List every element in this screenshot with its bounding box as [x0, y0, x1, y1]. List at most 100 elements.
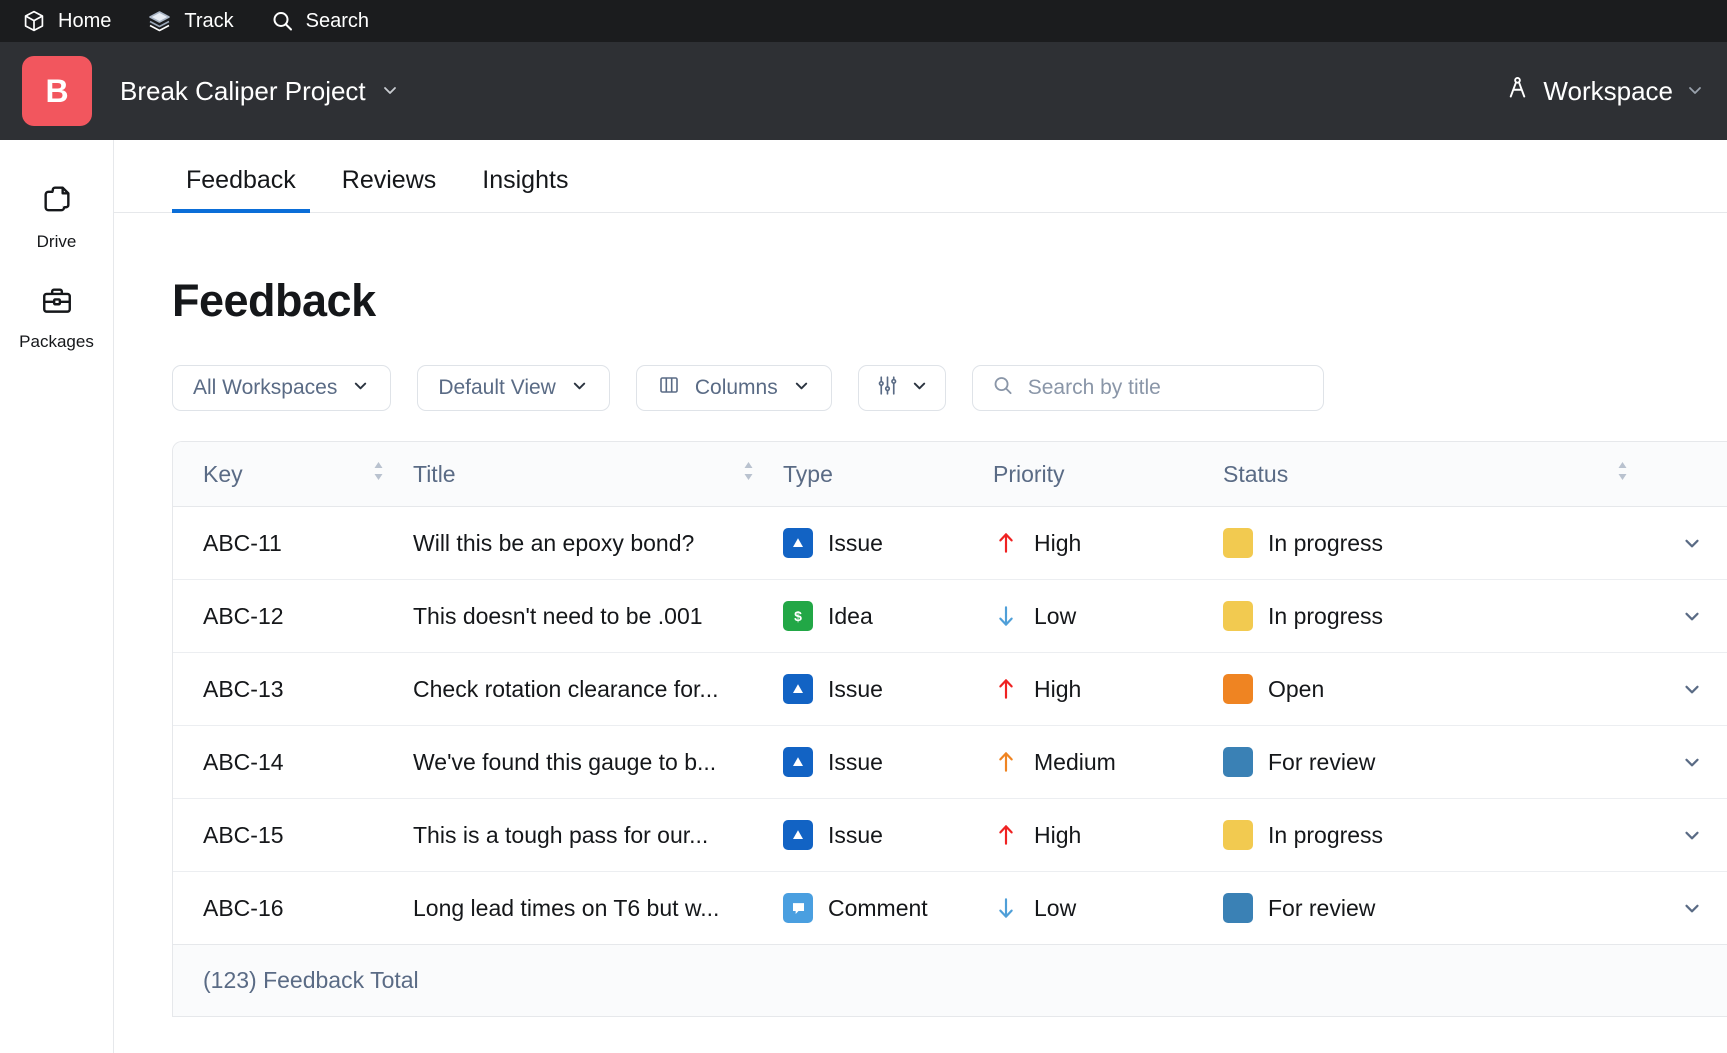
cell-priority-label: Low	[1034, 602, 1077, 629]
main-content: Feedback Reviews Insights Feedback All W…	[114, 140, 1727, 1053]
cell-type-label: Issue	[828, 748, 883, 775]
project-name-label: Break Caliper Project	[120, 75, 366, 106]
project-header: B Break Caliper Project Workspace	[0, 42, 1727, 140]
briefcase-icon	[40, 284, 74, 323]
chevron-down-icon[interactable]	[1657, 532, 1727, 554]
view-filter-dropdown[interactable]: Default View	[417, 365, 610, 411]
column-header-priority-label: Priority	[993, 460, 1065, 487]
cell-title[interactable]: This doesn't need to be .001	[413, 579, 783, 653]
cell-type: $ Idea	[783, 579, 993, 653]
cell-expand[interactable]	[1657, 798, 1727, 872]
cell-priority: Low	[993, 579, 1223, 653]
cell-key: ABC-13	[173, 652, 413, 726]
tab-insights[interactable]: Insights	[468, 166, 582, 213]
sidebar-item-packages[interactable]: Packages	[0, 268, 113, 368]
column-header-key[interactable]: Key	[173, 442, 413, 507]
cell-priority: Medium	[993, 725, 1223, 799]
chevron-down-icon[interactable]	[1657, 897, 1727, 919]
cell-type-label: Issue	[828, 821, 883, 848]
cell-expand[interactable]	[1657, 871, 1727, 945]
nav-item-home[interactable]: Home	[22, 9, 111, 33]
arrow-up-icon	[993, 676, 1019, 702]
column-header-priority[interactable]: Priority	[993, 442, 1223, 507]
column-header-key-label: Key	[203, 460, 243, 487]
column-header-status[interactable]: Status	[1223, 442, 1657, 507]
cell-status-label: In progress	[1268, 529, 1384, 556]
cell-key: ABC-15	[173, 798, 413, 872]
cell-expand[interactable]	[1657, 579, 1727, 653]
sidebar-item-drive-label: Drive	[36, 232, 77, 251]
column-header-type[interactable]: Type	[783, 442, 993, 507]
workspace-filter-dropdown[interactable]: All Workspaces	[172, 365, 392, 411]
column-header-title[interactable]: Title	[413, 442, 783, 507]
nav-item-home-label: Home	[58, 9, 112, 32]
columns-icon	[657, 373, 681, 403]
chevron-down-icon[interactable]	[1657, 751, 1727, 773]
table-row[interactable]: ABC-14 We've found this gauge to b... Issu…	[173, 725, 1727, 799]
filter-settings-dropdown[interactable]	[857, 365, 946, 411]
cell-type-label: Comment	[828, 894, 928, 921]
cell-priority-label: Medium	[1034, 748, 1116, 775]
table-footer: (123) Feedback Total	[173, 944, 1727, 1016]
cell-title[interactable]: Will this be an epoxy bond?	[413, 506, 783, 580]
status-badge	[1223, 747, 1253, 777]
table-row[interactable]: ABC-16 Long lead times on T6 but w... Comm…	[173, 871, 1727, 945]
columns-dropdown[interactable]: Columns	[635, 365, 832, 411]
workspace-selector[interactable]: Workspace	[1504, 74, 1705, 108]
nav-item-track[interactable]: Track	[147, 9, 234, 33]
tab-feedback[interactable]: Feedback	[172, 166, 310, 213]
cell-expand[interactable]	[1657, 652, 1727, 726]
chevron-down-icon	[1685, 76, 1705, 107]
column-header-type-label: Type	[783, 460, 833, 487]
status-badge	[1223, 893, 1253, 923]
cell-status: Open	[1223, 652, 1657, 726]
table-row[interactable]: ABC-11 Will this be an epoxy bond? Issue Hi…	[173, 506, 1727, 580]
tab-bar: Feedback Reviews Insights	[114, 140, 1727, 213]
sliders-icon	[875, 373, 900, 404]
triangle-icon	[783, 528, 813, 558]
search-by-title-container[interactable]	[971, 365, 1324, 411]
sort-icon[interactable]	[372, 460, 385, 488]
cell-priority: High	[993, 798, 1223, 872]
table-footer-row: (123) Feedback Total	[173, 944, 1727, 1016]
cell-status: In progress	[1223, 798, 1657, 872]
cell-type: Issue	[783, 798, 993, 872]
project-name-dropdown[interactable]: Break Caliper Project	[120, 76, 400, 107]
table-body: ABC-11 Will this be an epoxy bond? Issue Hi…	[173, 506, 1727, 945]
cell-type: Issue	[783, 506, 993, 580]
tab-reviews[interactable]: Reviews	[328, 166, 450, 213]
chevron-down-icon[interactable]	[1657, 678, 1727, 700]
cell-title[interactable]: This is a tough pass for our...	[413, 798, 783, 872]
sidebar-item-drive[interactable]: Drive	[0, 168, 113, 268]
cell-priority-label: High	[1034, 821, 1082, 848]
chevron-down-icon[interactable]	[1657, 605, 1727, 627]
search-input[interactable]	[1027, 376, 1305, 400]
workspace-label: Workspace	[1543, 75, 1673, 106]
cell-priority: High	[993, 652, 1223, 726]
table-row[interactable]: ABC-15 This is a tough pass for our... Iss…	[173, 798, 1727, 872]
cell-key: ABC-12	[173, 579, 413, 653]
cell-title[interactable]: Check rotation clearance for...	[413, 652, 783, 726]
cell-priority: High	[993, 506, 1223, 580]
status-badge	[1223, 601, 1253, 631]
feedback-total-label: (123) Feedback Total	[173, 944, 1727, 1016]
table-row[interactable]: ABC-12 This doesn't need to be .001 $ Idea L…	[173, 579, 1727, 653]
comment-icon	[783, 893, 813, 923]
cell-expand[interactable]	[1657, 725, 1727, 799]
sort-icon[interactable]	[1616, 460, 1629, 488]
svg-text:$: $	[794, 608, 802, 624]
sort-icon[interactable]	[742, 460, 755, 488]
cell-status-label: Open	[1268, 675, 1325, 702]
chevron-down-icon[interactable]	[1657, 824, 1727, 846]
cell-expand[interactable]	[1657, 506, 1727, 580]
cell-title[interactable]: We've found this gauge to b...	[413, 725, 783, 799]
cell-title[interactable]: Long lead times on T6 but w...	[413, 871, 783, 945]
search-icon	[270, 9, 294, 33]
table-row[interactable]: ABC-13 Check rotation clearance for... Iss…	[173, 652, 1727, 726]
dollar-icon: $	[783, 601, 813, 631]
column-header-expand	[1657, 442, 1727, 507]
cell-status-label: For review	[1268, 894, 1376, 921]
cell-type-label: Issue	[828, 529, 883, 556]
nav-item-search[interactable]: Search	[270, 9, 369, 33]
table-header-row: Key Title Type Priority Status	[173, 442, 1727, 507]
